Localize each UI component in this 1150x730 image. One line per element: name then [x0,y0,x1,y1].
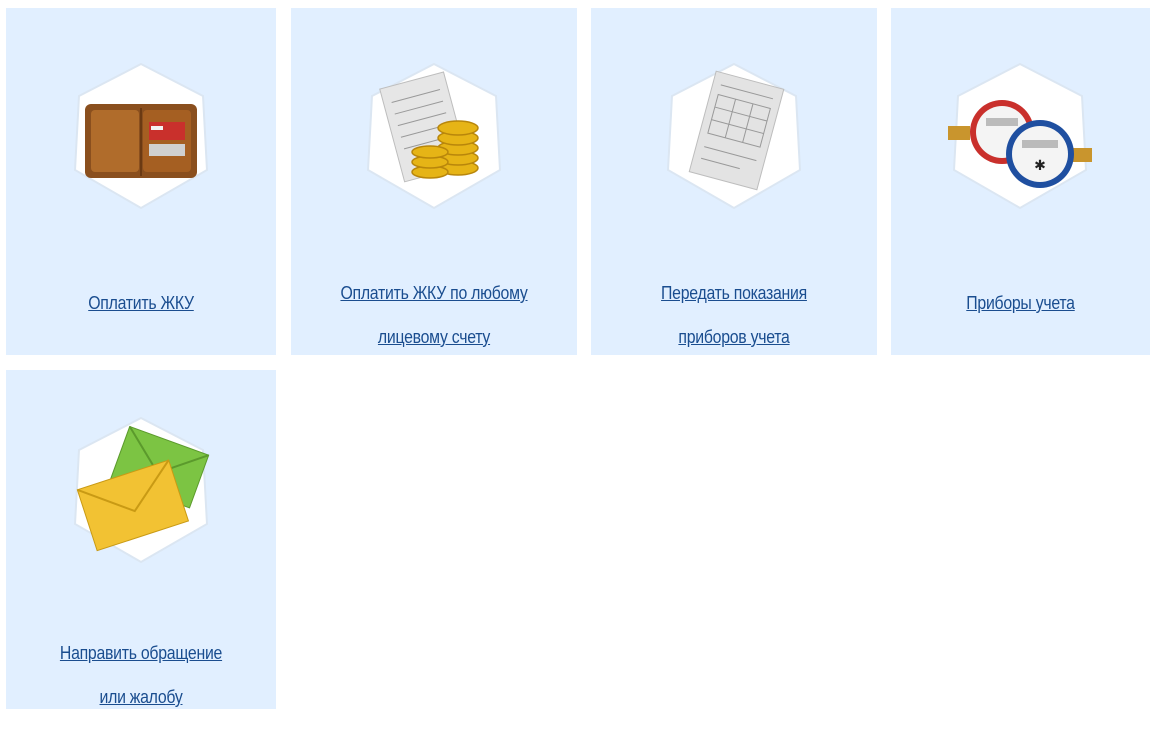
tile-label-submit-readings[interactable]: Передать показания приборов учета [608,260,860,370]
tile-pay-any-account[interactable]: Оплатить ЖКУ по любому лицевому счету [291,8,577,355]
tile-submit-readings[interactable]: Передать показания приборов учета [591,8,877,355]
tile-label-pay-housing[interactable]: Оплатить ЖКУ [22,270,260,336]
tile-pay-housing[interactable]: Оплатить ЖКУ [6,8,276,355]
tile-send-appeal[interactable]: Направить обращение или жалобу [6,370,276,709]
tile-label-line[interactable]: Направить обращение [22,642,260,664]
tile-label-line[interactable]: Оплатить ЖКУ [22,292,260,314]
tile-label-meters[interactable]: Приборы учета [907,270,1135,336]
tile-label-line[interactable]: Оплатить ЖКУ по любому [308,282,560,304]
tile-meters[interactable]: ✱ Приборы учета [891,8,1150,355]
tile-label-send-appeal[interactable]: Направить обращение или жалобу [22,620,260,730]
tile-label-line[interactable]: лицевому счету [308,326,560,348]
tile-label-line[interactable]: или жалобу [22,686,260,708]
tile-label-line[interactable]: Приборы учета [907,292,1135,314]
water-meter-icon: ✱ [944,60,1096,212]
envelopes-icon [65,414,217,566]
svg-text:✱: ✱ [1034,158,1046,174]
bill-with-coins-icon [358,60,510,212]
wallet-icon [65,60,217,212]
tile-label-pay-any-account[interactable]: Оплатить ЖКУ по любому лицевому счету [308,260,560,370]
meter-readings-document-icon [658,60,810,212]
tile-label-line[interactable]: Передать показания [608,282,860,304]
tile-label-line[interactable]: приборов учета [608,326,860,348]
